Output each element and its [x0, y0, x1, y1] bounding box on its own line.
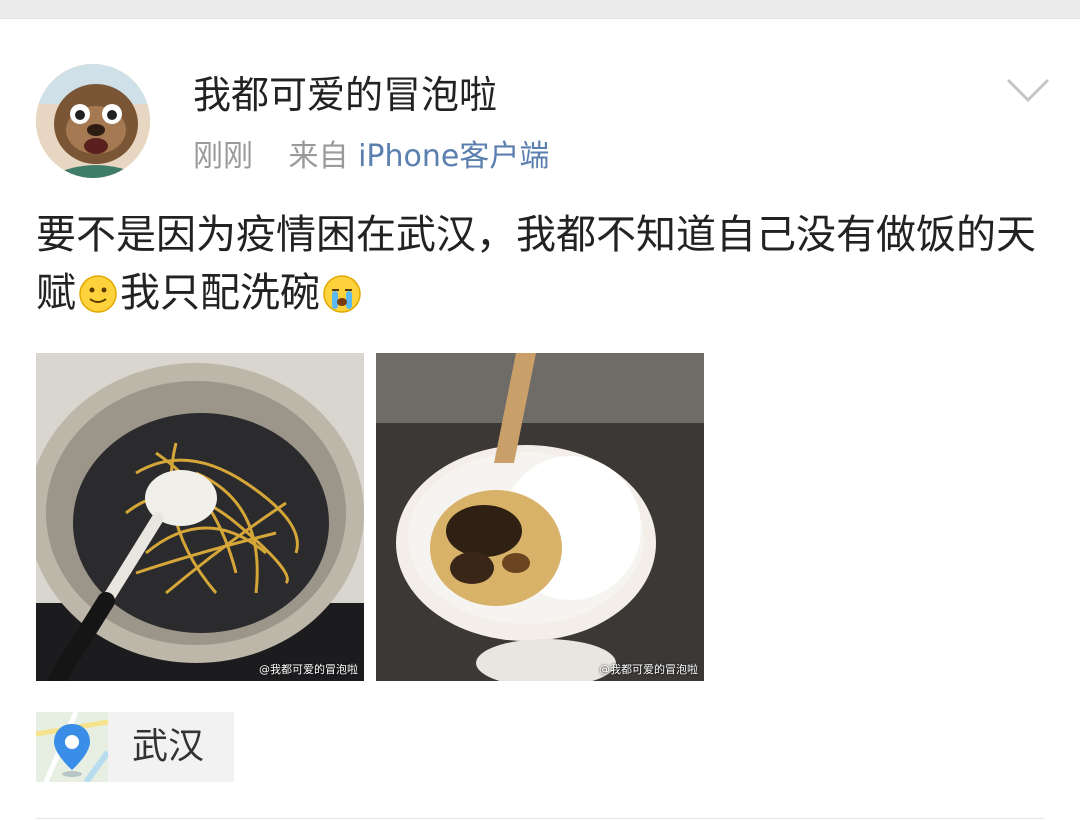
- source-prefix: 来自: [288, 139, 349, 174]
- post-meta: 刚刚 来自 iPhone客户端: [193, 136, 549, 178]
- chevron-down-icon[interactable]: [1002, 70, 1054, 110]
- photo-image: [376, 353, 704, 681]
- location-label: 武汉: [132, 726, 205, 767]
- location-pin-icon: [36, 712, 108, 782]
- burnt-noodles-photo[interactable]: @我都可爱的冒泡啦: [36, 353, 364, 681]
- burnt-rice-photo[interactable]: @我都可爱的冒泡啦: [376, 353, 704, 681]
- divider: [36, 818, 1044, 819]
- crying-emoji-icon: [323, 275, 361, 313]
- username[interactable]: 我都可爱的冒泡啦: [193, 70, 497, 120]
- source-client-link[interactable]: iPhone客户端: [358, 139, 549, 174]
- post-text: 要不是因为疫情困在武汉，我都不知道自己没有做饭的天赋 我只配洗碗: [36, 206, 1046, 322]
- location-tag[interactable]: 武汉: [36, 712, 234, 782]
- photo-watermark: @我都可爱的冒泡啦: [259, 663, 358, 676]
- post-time: 刚刚: [193, 139, 253, 174]
- post-text-part2: 我只配洗碗: [120, 270, 320, 316]
- smile-emoji-icon: [79, 275, 117, 313]
- user-avatar[interactable]: [36, 64, 150, 178]
- photo-watermark: @我都可爱的冒泡啦: [599, 663, 698, 676]
- photo-image: [36, 353, 364, 681]
- avatar-image: [36, 64, 150, 178]
- top-bar: [0, 0, 1080, 19]
